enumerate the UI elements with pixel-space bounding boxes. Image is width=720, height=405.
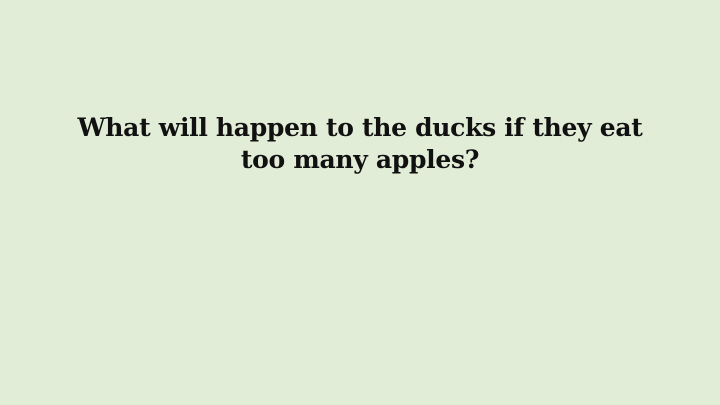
slide-title: What will happen to the ducks if they ea… [77, 113, 643, 174]
slide-canvas: What will happen to the ducks if they ea… [0, 0, 720, 405]
